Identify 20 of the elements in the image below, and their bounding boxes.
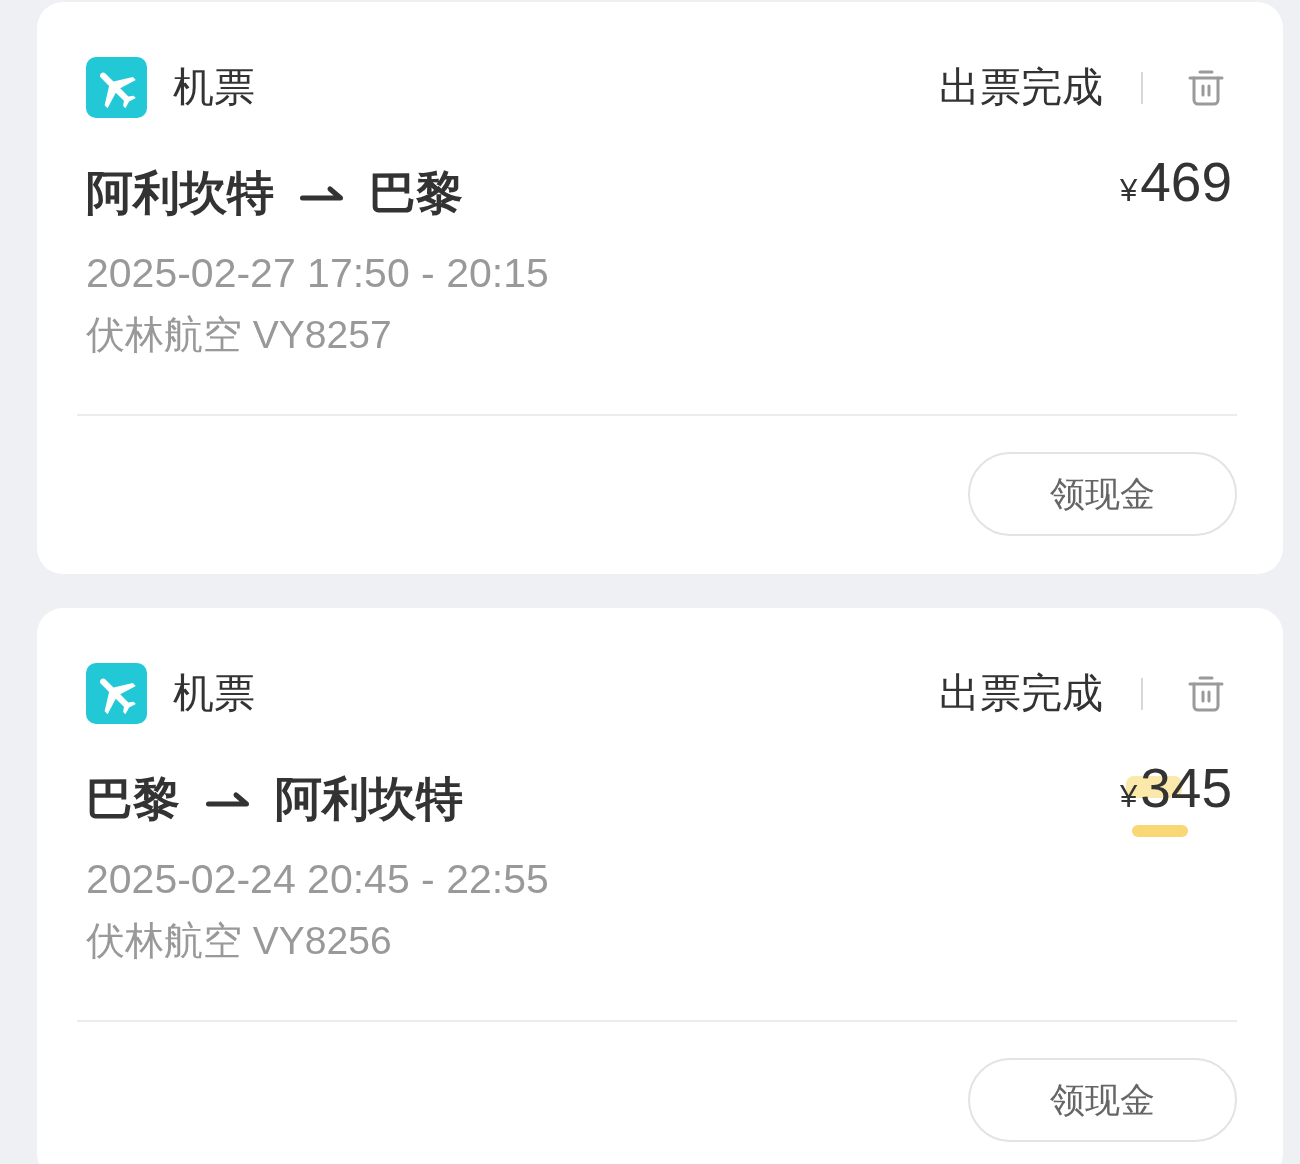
category-label: 机票 xyxy=(173,669,255,718)
trash-icon[interactable] xyxy=(1188,674,1224,713)
claim-cash-button[interactable]: 领现金 xyxy=(968,452,1237,536)
price-text: ¥345 xyxy=(1120,758,1232,832)
trash-icon[interactable] xyxy=(1188,68,1224,107)
airplane-icon xyxy=(86,663,147,724)
origin-city: 阿利坎特 xyxy=(86,165,274,221)
origin-city: 巴黎 xyxy=(86,771,180,827)
destination-city: 阿利坎特 xyxy=(275,771,463,827)
flight-info: 伏林航空 VY8256 xyxy=(85,918,393,964)
status-label: 出票完成 xyxy=(939,669,1103,718)
flight-time: 2025-02-27 17:50 - 20:15 xyxy=(85,249,550,298)
airplane-icon xyxy=(86,57,147,118)
claim-cash-button[interactable]: 领现金 xyxy=(968,1058,1237,1142)
category-label: 机票 xyxy=(173,63,255,112)
price-text: ¥469 xyxy=(1120,152,1232,215)
flight-info: 伏林航空 VY8257 xyxy=(85,312,393,358)
status-label: 出票完成 xyxy=(939,63,1103,112)
flight-time: 2025-02-24 20:45 - 22:55 xyxy=(85,855,550,904)
destination-city: 巴黎 xyxy=(369,165,463,221)
